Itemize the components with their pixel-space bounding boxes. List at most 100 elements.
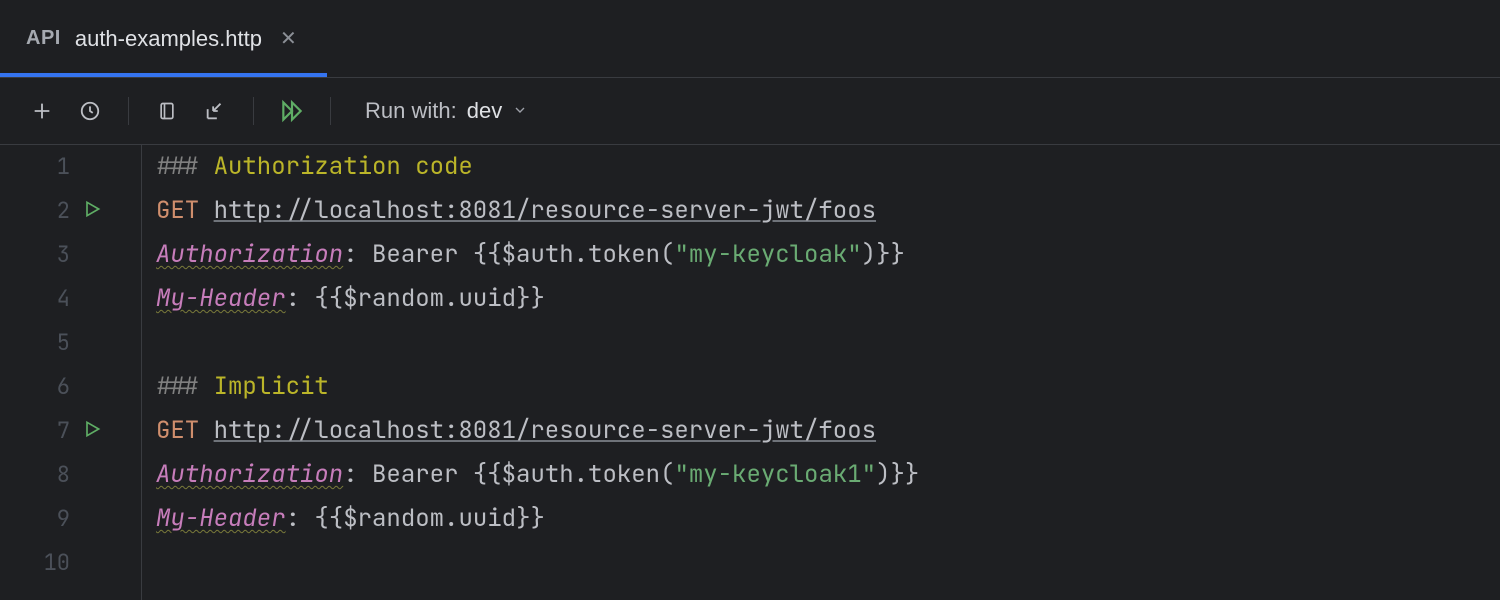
run-all-icon (279, 98, 305, 124)
history-button[interactable] (70, 91, 110, 131)
code-token: "my-keycloak" (674, 239, 861, 270)
code-token: {{ (314, 503, 343, 534)
code-token: }} (876, 239, 905, 270)
line-number: 2 (0, 189, 70, 233)
http-toolbar: Run with: dev (0, 78, 1500, 145)
line-number: 4 (0, 277, 70, 321)
code-token: Bearer (372, 459, 473, 490)
line-number: 3 (0, 233, 70, 277)
editor-code-area[interactable]: ### Authorization codeGET http://localho… (142, 145, 1500, 600)
code-line[interactable]: GET http://localhost:8081/resource-serve… (156, 409, 1500, 453)
gutter-row: 5 (0, 321, 141, 365)
code-token: : (343, 239, 372, 270)
code-token: uuid (458, 283, 516, 314)
line-number: 10 (0, 541, 70, 585)
gutter-row: 7 (0, 409, 141, 453)
code-token: ) (862, 239, 876, 270)
code-token: . (444, 503, 458, 534)
gutter-row: 8 (0, 453, 141, 497)
import-icon (204, 100, 226, 122)
code-token: token( (588, 459, 674, 490)
code-line[interactable] (156, 321, 1500, 365)
plus-icon (31, 100, 53, 122)
line-number: 1 (0, 145, 70, 189)
line-number: 7 (0, 409, 70, 453)
code-token: {{ (314, 283, 343, 314)
code-token: GET (156, 195, 214, 226)
gutter-row: 6 (0, 365, 141, 409)
code-token: }} (890, 459, 919, 490)
run-with-env: dev (467, 98, 502, 124)
tab-auth-examples[interactable]: API auth-examples.http ✕ (0, 0, 327, 77)
run-request-button[interactable] (82, 199, 106, 223)
line-number: 6 (0, 365, 70, 409)
code-line[interactable]: Authorization: Bearer {{$auth.token("my-… (156, 453, 1500, 497)
editor-gutter: 12345678910 (0, 145, 142, 600)
code-line[interactable]: My-Header: {{$random.uuid}} (156, 497, 1500, 541)
code-token: : (286, 283, 315, 314)
run-with-label: Run with: (365, 98, 457, 124)
code-token: ### (156, 151, 214, 182)
code-token: . (574, 459, 588, 490)
code-token: : (286, 503, 315, 534)
code-token: $random (343, 503, 444, 534)
line-number: 9 (0, 497, 70, 541)
gutter-row: 9 (0, 497, 141, 541)
code-token: uuid (458, 503, 516, 534)
tab-filetype-badge: API (26, 27, 61, 50)
structure-button[interactable] (147, 91, 187, 131)
code-token: GET (156, 415, 214, 446)
code-line[interactable] (156, 541, 1500, 585)
code-token: }} (516, 503, 545, 534)
code-token: "my-keycloak1" (674, 459, 876, 490)
line-number: 8 (0, 453, 70, 497)
code-token: : (343, 459, 372, 490)
code-line[interactable]: ### Authorization code (156, 145, 1500, 189)
editor-tabbar: API auth-examples.http ✕ (0, 0, 1500, 78)
code-token: http://localhost:8081/resource-server-jw… (214, 415, 876, 446)
code-line[interactable]: GET http://localhost:8081/resource-serve… (156, 189, 1500, 233)
gutter-row: 3 (0, 233, 141, 277)
code-token: . (574, 239, 588, 270)
code-token: $auth (502, 459, 574, 490)
gutter-row: 2 (0, 189, 141, 233)
code-token: ### (156, 371, 214, 402)
play-icon (82, 419, 102, 439)
code-line[interactable]: Authorization: Bearer {{$auth.token("my-… (156, 233, 1500, 277)
code-token: {{ (473, 459, 502, 490)
code-token: ) (876, 459, 890, 490)
tab-title: auth-examples.http (75, 26, 262, 52)
code-token: My-Header (156, 283, 286, 314)
run-with-selector[interactable]: Run with: dev (365, 98, 528, 124)
import-button[interactable] (195, 91, 235, 131)
code-token: $auth (502, 239, 574, 270)
code-line[interactable]: ### Implicit (156, 365, 1500, 409)
code-token: {{ (473, 239, 502, 270)
close-icon[interactable]: ✕ (276, 26, 301, 51)
code-token: My-Header (156, 503, 286, 534)
code-token: Bearer (372, 239, 473, 270)
structure-icon (157, 100, 177, 122)
code-token: token( (588, 239, 674, 270)
toolbar-separator (330, 97, 331, 125)
code-editor[interactable]: 12345678910 ### Authorization codeGET ht… (0, 145, 1500, 600)
gutter-row: 1 (0, 145, 141, 189)
run-all-button[interactable] (272, 91, 312, 131)
code-token: Authorization (156, 239, 343, 270)
run-request-button[interactable] (82, 419, 106, 443)
code-line[interactable]: My-Header: {{$random.uuid}} (156, 277, 1500, 321)
code-token: Implicit (214, 371, 329, 402)
chevron-down-icon (512, 98, 528, 124)
add-request-button[interactable] (22, 91, 62, 131)
line-number: 5 (0, 321, 70, 365)
code-token: Authorization (156, 459, 343, 490)
toolbar-separator (253, 97, 254, 125)
gutter-row: 4 (0, 277, 141, 321)
code-token: $random (343, 283, 444, 314)
play-icon (82, 199, 102, 219)
code-token: http://localhost:8081/resource-server-jw… (214, 195, 876, 226)
code-token: Authorization code (214, 151, 473, 182)
history-icon (79, 100, 101, 122)
gutter-row: 10 (0, 541, 141, 585)
code-token: . (444, 283, 458, 314)
